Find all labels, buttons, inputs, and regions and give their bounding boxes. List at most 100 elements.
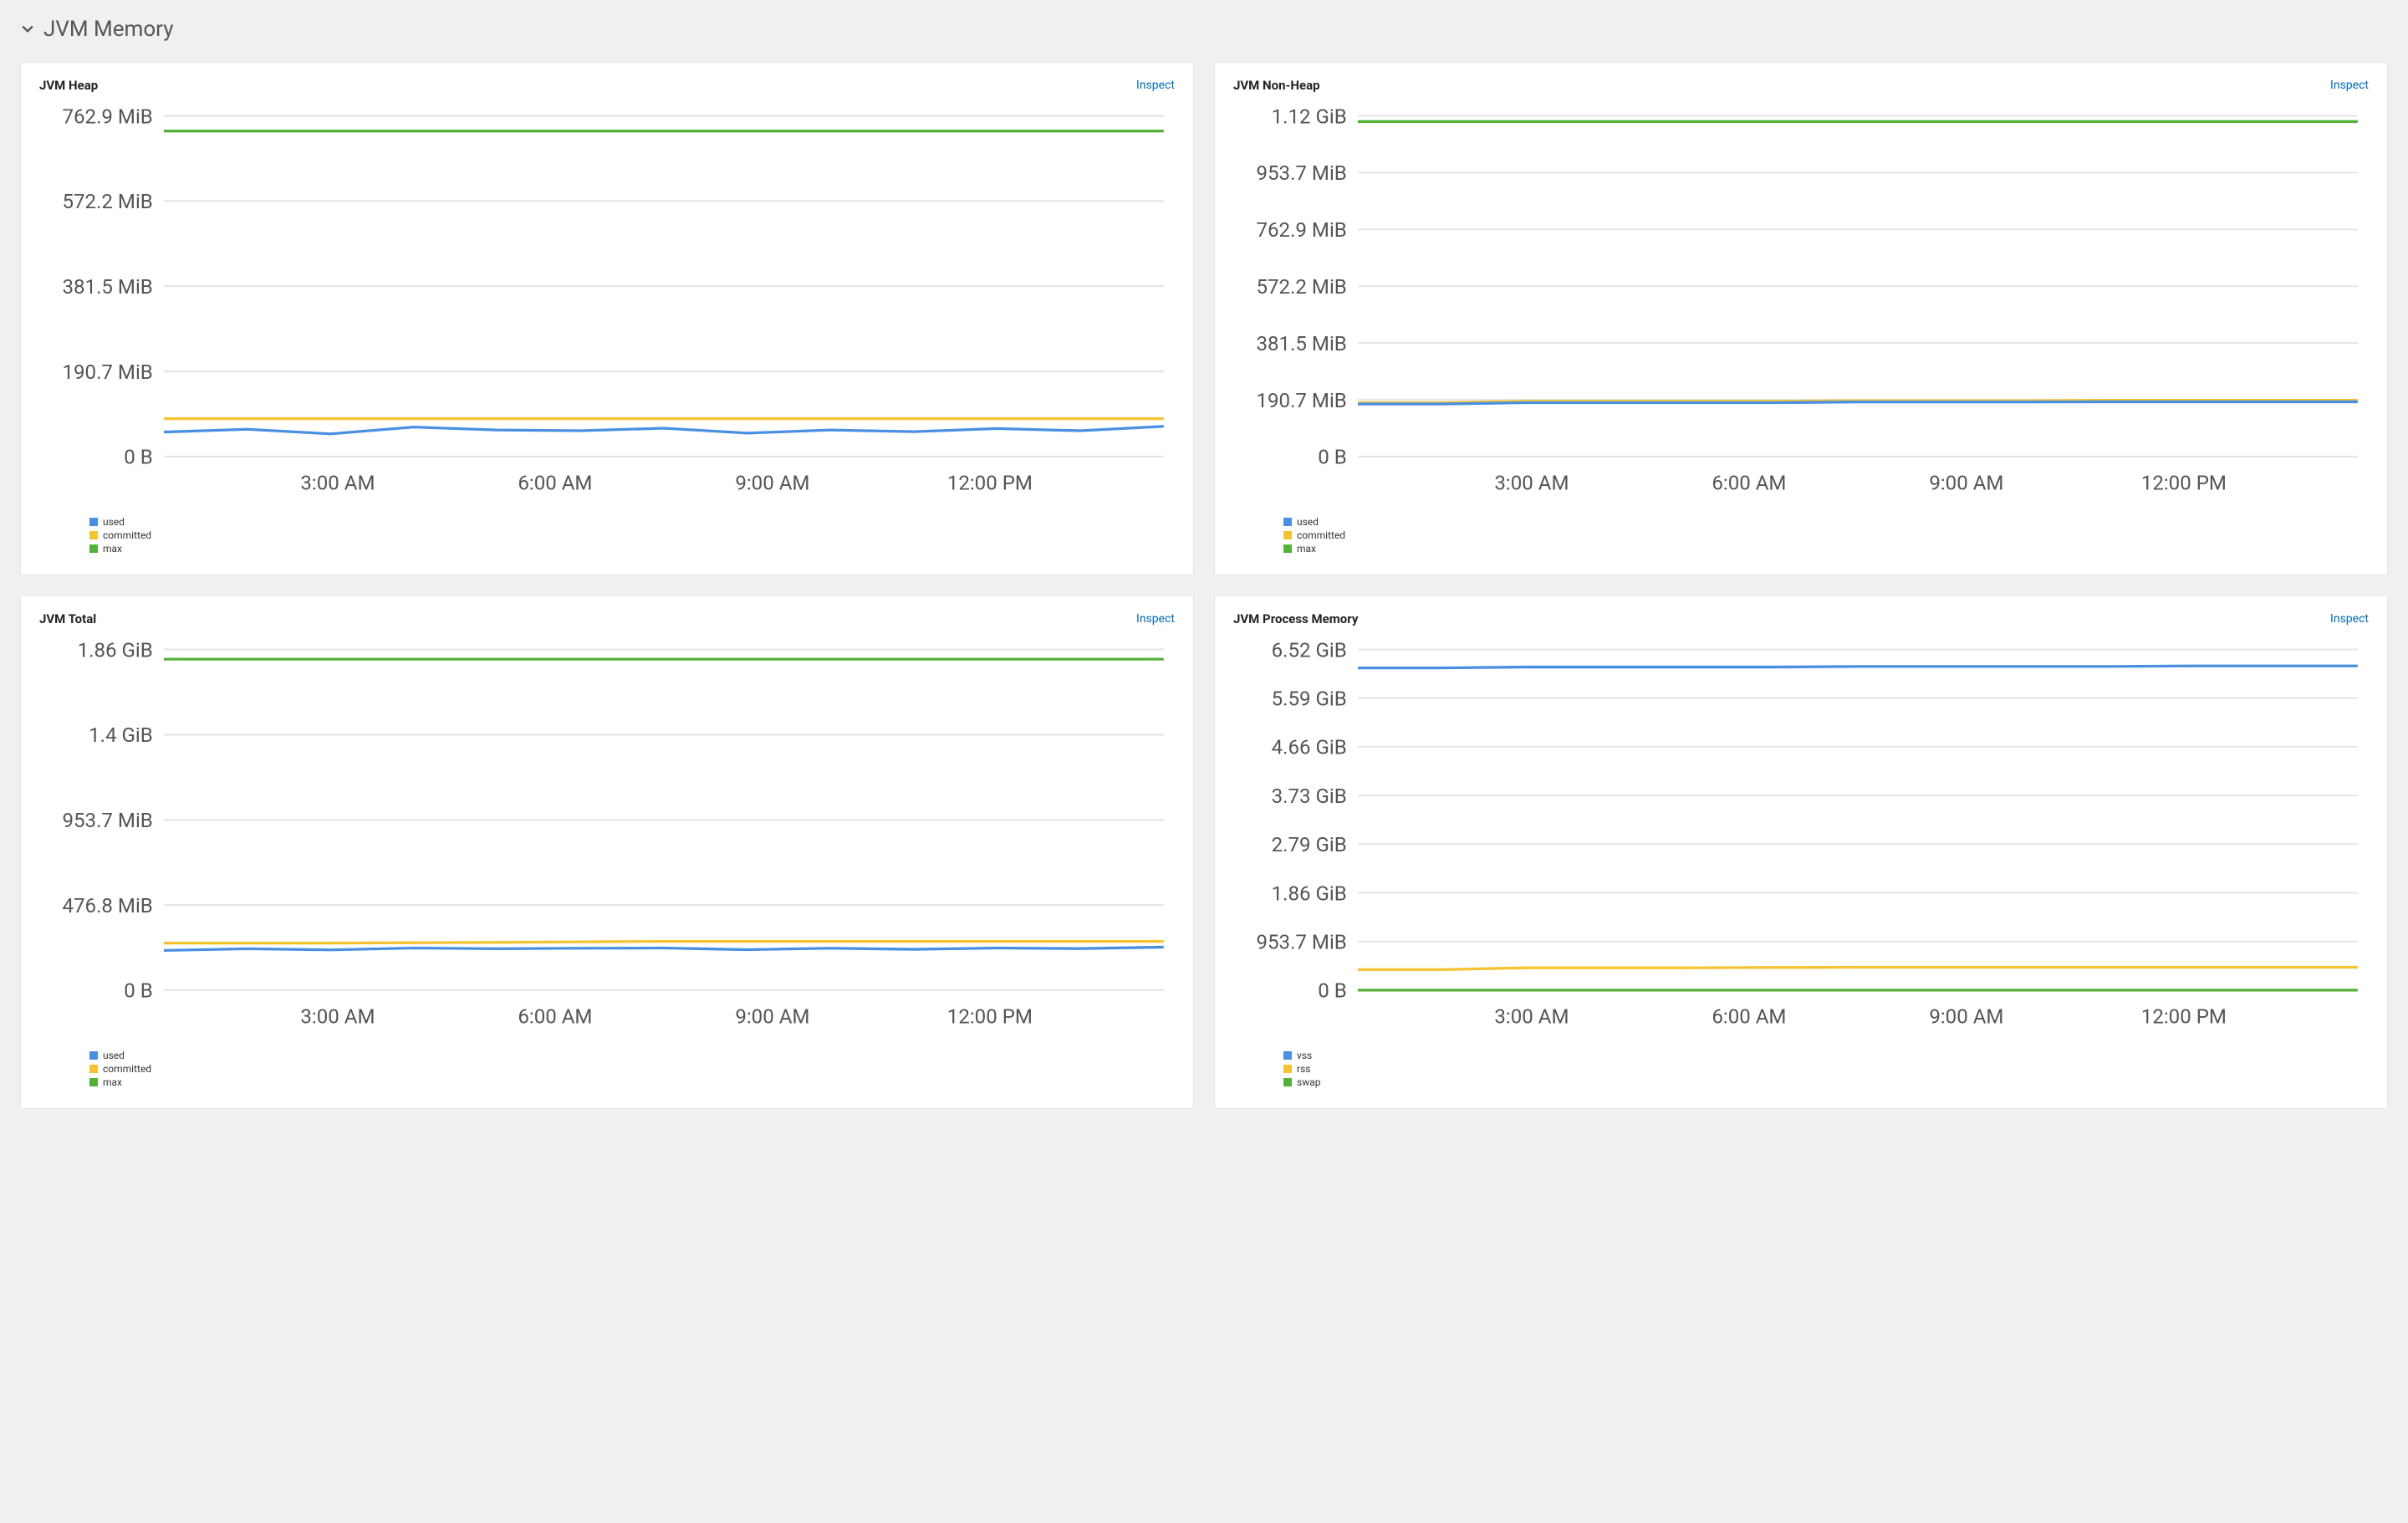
y-tick-label: 953.7 MiB [1256, 930, 1346, 953]
y-tick-label: 381.5 MiB [62, 275, 152, 299]
legend-item[interactable]: max [89, 1076, 1175, 1088]
x-tick-label: 9:00 AM [1929, 471, 2003, 494]
x-tick-label: 9:00 AM [735, 1004, 809, 1028]
legend-swatch [89, 531, 98, 539]
legend-swatch [1283, 518, 1292, 526]
panel-title: JVM Process Memory [1233, 611, 1358, 626]
panel-jvm-process: JVM Process MemoryInspect6.52 GiB5.59 Gi… [1214, 595, 2388, 1109]
y-tick-label: 1.86 GiB [78, 638, 153, 662]
inspect-link[interactable]: Inspect [2330, 612, 2369, 626]
legend: usedcommitted max [39, 504, 1175, 555]
legend-swatch [89, 544, 98, 553]
legend-item[interactable]: used [89, 516, 1175, 528]
y-tick-label: 3.73 GiB [1272, 784, 1347, 808]
chart-jvm-heap: 762.9 MiB 572.2 MiB 381.5 MiB 190.7 MiB 0 B 3… [39, 101, 1175, 504]
panel-header: JVM Process Memory Inspect [1233, 611, 2369, 626]
legend-item[interactable]: used [1283, 516, 2369, 528]
legend-label: used [103, 1050, 125, 1061]
x-tick-label: 12:00 PM [2141, 471, 2227, 494]
y-tick-label: 1.12 GiB [1272, 105, 1347, 128]
chart-jvm-total: 1.86 GiB1.4 GiB953.7 MiB476.8 MiB0 B3:00… [39, 635, 1175, 1038]
legend-item[interactable]: swap [1283, 1076, 2369, 1088]
legend-item[interactable]: vss [1283, 1050, 2369, 1061]
series-rss [1358, 967, 2358, 969]
y-tick-label: 1.86 GiB [1272, 882, 1347, 905]
y-tick-label: 762.9 MiB [1256, 218, 1346, 242]
y-tick-label: 4.66 GiB [1272, 736, 1347, 759]
x-tick-label: 3:00 AM [1494, 471, 1569, 494]
section-header[interactable]: JVM Memory [20, 17, 2388, 42]
panel-jvm-nonheap: JVM Non-HeapInspect1.12 GiB953.7 MiB762.… [1214, 62, 2388, 575]
x-tick-label: 3:00 AM [300, 1004, 375, 1028]
legend-swatch [1283, 1065, 1292, 1073]
x-tick-label: 6:00 AM [518, 1004, 592, 1028]
x-tick-label: 9:00 AM [1929, 1004, 2003, 1028]
legend-label: committed [1297, 529, 1345, 541]
y-tick-label: 0 B [1318, 446, 1347, 469]
legend-label: used [1297, 516, 1319, 528]
y-tick-label: 572.2 MiB [1256, 275, 1346, 299]
legend-label: vss [1297, 1050, 1312, 1061]
legend-swatch [89, 1078, 98, 1086]
legend: usedcommitted max [1233, 504, 2369, 555]
legend-swatch [1283, 531, 1292, 539]
legend-label: used [103, 516, 125, 528]
legend-swatch [1283, 1078, 1292, 1086]
legend-swatch [89, 518, 98, 526]
y-tick-label: 381.5 MiB [1256, 332, 1346, 355]
legend-item[interactable]: max [89, 543, 1175, 555]
panel-title: JVM Heap [39, 78, 98, 93]
chevron-down-icon [20, 22, 35, 37]
x-tick-label: 12:00 PM [947, 1004, 1033, 1028]
y-tick-label: 5.59 GiB [1272, 687, 1347, 710]
panel-jvm-total: JVM Total Inspect 1.86 GiB 1.4 GiB 953.7 MiB… [20, 595, 1194, 1109]
chart-jvm-process: 6.52 GiB5.59 GiB4.66 GiB3.73 GiB2.79 GiB… [1233, 635, 2369, 1038]
series-vss [1358, 666, 2358, 667]
panel-header: JVM Non-HeapInspect [1233, 78, 2369, 93]
legend-label: max [1297, 543, 1316, 555]
legend-swatch [1283, 1051, 1292, 1060]
y-tick-label: 1.4 GiB [89, 723, 153, 747]
chart-jvm-nonheap: 1.12 GiB953.7 MiB762.9 MiB572.2 MiB381.5… [1233, 101, 2369, 504]
x-tick-label: 3:00 AM [300, 471, 375, 494]
legend-label: committed [103, 529, 151, 541]
legend-item[interactable]: used [89, 1050, 1175, 1061]
panel-jvm-heap: JVM Heap Inspect 762.9 MiB 572.2 MiB 381.5 M… [20, 62, 1194, 575]
inspect-link[interactable]: Inspect [1136, 612, 1175, 626]
y-tick-label: 190.7 MiB [1256, 389, 1346, 412]
y-tick-label: 953.7 MiB [62, 809, 152, 832]
x-tick-label: 12:00 PM [2141, 1004, 2227, 1028]
legend-swatch [1283, 544, 1292, 553]
x-tick-label: 9:00 AM [735, 471, 809, 494]
legend-label: rss [1297, 1063, 1310, 1075]
series-committed [164, 942, 1164, 943]
legend-label: max [103, 543, 122, 555]
panel-header: JVM Heap Inspect [39, 78, 1175, 93]
legend-swatch [89, 1051, 98, 1060]
inspect-link[interactable]: Inspect [2330, 79, 2369, 92]
y-tick-label: 2.79 GiB [1272, 833, 1347, 856]
x-tick-label: 6:00 AM [518, 471, 592, 494]
legend-item[interactable]: rss [1283, 1063, 2369, 1075]
legend-item[interactable]: committed [89, 1063, 1175, 1075]
legend-item[interactable]: committed [1283, 529, 2369, 541]
legend-item[interactable]: committed [89, 529, 1175, 541]
panel-title: JVM Total [39, 611, 96, 626]
series-used [1358, 401, 2358, 404]
y-tick-label: 0 B [1318, 979, 1347, 1003]
y-tick-label: 190.7 MiB [62, 360, 152, 384]
panel-grid: JVM Heap Inspect 762.9 MiB 572.2 MiB 381.5 M… [20, 62, 2388, 1109]
legend-label: swap [1297, 1076, 1320, 1088]
series-used [164, 427, 1164, 434]
x-tick-label: 6:00 AM [1712, 471, 1786, 494]
legend-label: committed [103, 1063, 151, 1075]
y-tick-label: 572.2 MiB [62, 190, 152, 213]
x-tick-label: 3:00 AM [1494, 1004, 1569, 1028]
legend: used committedmax [39, 1038, 1175, 1088]
legend-item[interactable]: max [1283, 543, 2369, 555]
y-tick-label: 0 B [124, 446, 153, 469]
y-tick-label: 476.8 MiB [62, 894, 152, 917]
panel-header: JVM Total Inspect [39, 611, 1175, 626]
y-tick-label: 762.9 MiB [62, 105, 152, 128]
inspect-link[interactable]: Inspect [1136, 79, 1175, 92]
